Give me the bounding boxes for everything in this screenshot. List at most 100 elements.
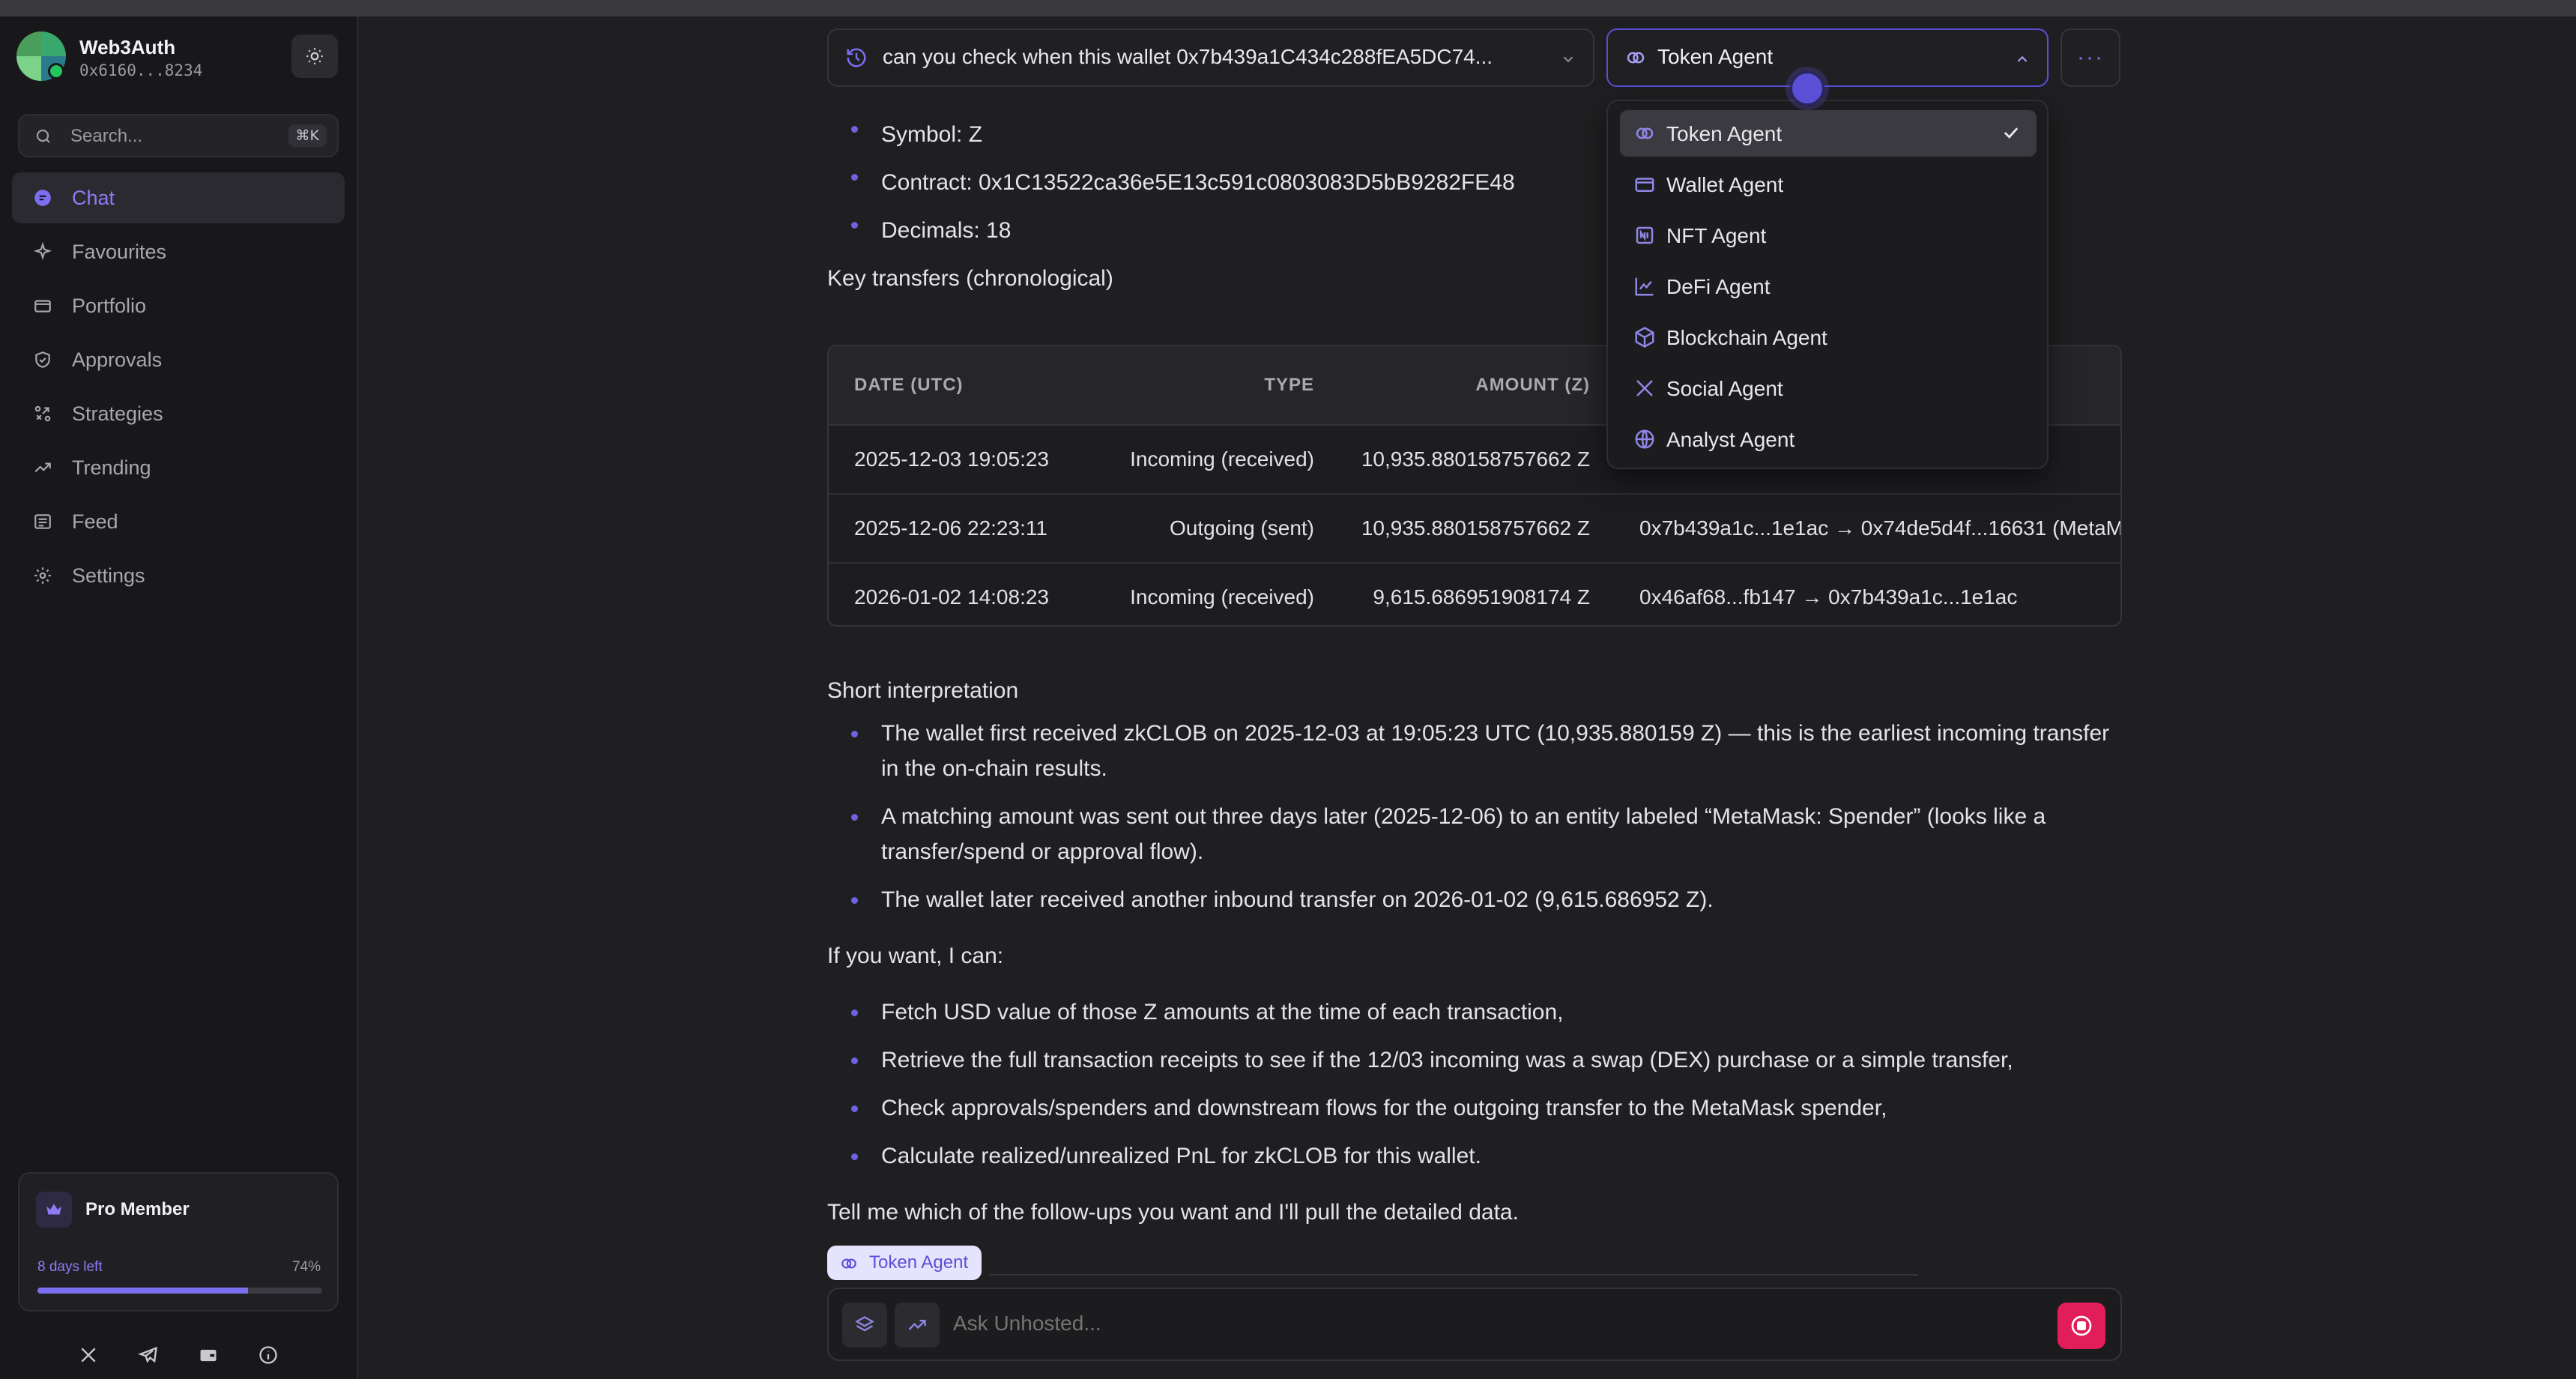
table-cell: 10,935.880158757662 Z bbox=[1361, 516, 1590, 540]
wallet-link-icon[interactable] bbox=[192, 1339, 225, 1372]
column-header: DATE (UTC) bbox=[854, 375, 964, 395]
wallet-icon bbox=[1635, 178, 1654, 192]
chip-divider bbox=[989, 1274, 1918, 1276]
sidebar-item-label: Strategies bbox=[72, 402, 163, 425]
sidebar-item-label: Feed bbox=[72, 510, 118, 533]
sidebar-item-label: Settings bbox=[72, 564, 145, 587]
dropdown-item-label: DeFi Agent bbox=[1666, 275, 1771, 298]
dropdown-item-label: Analyst Agent bbox=[1666, 428, 1795, 451]
dropdown-item-nft-agent[interactable]: NFT Agent bbox=[1620, 212, 2037, 259]
chat-composer bbox=[827, 1288, 2122, 1361]
search-icon bbox=[36, 129, 50, 143]
table-row: 2026-01-02 14:08:23 Incoming (received) … bbox=[829, 564, 2120, 625]
feed-icon bbox=[31, 510, 54, 533]
membership-card[interactable]: Pro Member 8 days left 74% bbox=[18, 1172, 339, 1312]
dropdown-item-blockchain-agent[interactable]: Blockchain Agent bbox=[1620, 314, 2037, 360]
x-logo-icon bbox=[1636, 380, 1653, 396]
chat-input[interactable] bbox=[953, 1312, 2002, 1336]
column-header: AMOUNT (Z) bbox=[1475, 375, 1590, 395]
gear-icon bbox=[31, 564, 54, 587]
followups-list: Fetch USD value of those Z amounts at th… bbox=[827, 995, 2120, 1174]
dropdown-item-wallet-agent[interactable]: Wallet Agent bbox=[1620, 161, 2037, 208]
wallet-address[interactable]: 0x6160...8234 bbox=[79, 61, 202, 79]
agent-dropdown-menu: Token Agent Wallet Agent NFT Agent DeFi … bbox=[1606, 100, 2049, 469]
membership-progress-bar bbox=[37, 1288, 322, 1294]
coins-icon bbox=[841, 1258, 856, 1269]
dropdown-item-analyst-agent[interactable]: Analyst Agent bbox=[1620, 416, 2037, 462]
sidebar-item-approvals[interactable]: Approvals bbox=[12, 334, 345, 385]
table-cell: 0x7b439a1c...1e1ac → 0x74de5d4f...16631 … bbox=[1639, 516, 2122, 540]
social-links bbox=[0, 1339, 357, 1379]
membership-title: Pro Member bbox=[85, 1199, 190, 1219]
chart-line-icon bbox=[1635, 277, 1654, 296]
sidebar-item-favourites[interactable]: Favourites bbox=[12, 226, 345, 277]
stop-icon bbox=[2071, 1315, 2092, 1336]
dropdown-item-social-agent[interactable]: Social Agent bbox=[1620, 365, 2037, 411]
dropdown-item-defi-agent[interactable]: DeFi Agent bbox=[1620, 263, 2037, 310]
window-top-strip bbox=[0, 0, 2576, 16]
sidebar-item-strategies[interactable]: Strategies bbox=[12, 388, 345, 439]
chevron-down-icon bbox=[1563, 56, 1573, 63]
dropdown-item-label: Blockchain Agent bbox=[1666, 326, 1827, 349]
conversation-title: can you check when this wallet 0x7b439a1… bbox=[883, 45, 1493, 68]
conversation-select[interactable]: can you check when this wallet 0x7b439a1… bbox=[827, 28, 1594, 87]
dropdown-item-label: NFT Agent bbox=[1666, 224, 1767, 247]
more-options-button[interactable]: ··· bbox=[2061, 28, 2120, 87]
agent-select-value: Token Agent bbox=[1657, 45, 1774, 68]
trade-button[interactable] bbox=[895, 1303, 940, 1348]
nft-icon bbox=[1636, 226, 1654, 244]
interpretation-list: The wallet first received zkCLOB on 2025… bbox=[827, 716, 2120, 917]
dropdown-item-label: Token Agent bbox=[1666, 122, 1783, 145]
trending-up-icon bbox=[31, 456, 54, 479]
search-shortcut: ⌘K bbox=[288, 124, 327, 147]
layers-icon bbox=[855, 1316, 874, 1332]
table-cell: Incoming (received) bbox=[1130, 447, 1314, 471]
dropdown-item-label: Wallet Agent bbox=[1666, 173, 1784, 196]
table-cell: 9,615.686951908174 Z bbox=[1373, 585, 1590, 609]
closing-text: Tell me which of the follow-ups you want… bbox=[827, 1200, 1519, 1225]
table-cell: 10,935.880158757662 Z bbox=[1361, 447, 1590, 471]
agent-select[interactable]: Token Agent bbox=[1606, 28, 2049, 87]
sparkle-icon bbox=[31, 241, 54, 263]
trending-up-icon bbox=[908, 1320, 926, 1330]
table-cell: 0x46af68...fb147 → 0x7b439a1c...1e1ac bbox=[1639, 585, 2018, 609]
search-placeholder: Search... bbox=[70, 126, 143, 146]
table-cell: 2026-01-02 14:08:23 bbox=[854, 585, 1049, 609]
dropdown-item-token-agent[interactable]: Token Agent bbox=[1620, 110, 2037, 157]
stop-generation-button[interactable] bbox=[2058, 1303, 2105, 1349]
layers-button[interactable] bbox=[842, 1303, 887, 1348]
crown-icon bbox=[36, 1192, 72, 1228]
info-icon[interactable] bbox=[252, 1339, 285, 1372]
sidebar-item-chat[interactable]: Chat bbox=[12, 172, 345, 223]
list-item: The wallet later received another inboun… bbox=[827, 882, 2120, 917]
globe-icon bbox=[1635, 429, 1654, 449]
x-logo-icon[interactable] bbox=[72, 1339, 105, 1372]
column-header: TYPE bbox=[1264, 375, 1314, 395]
table-cell: 2025-12-06 22:23:11 bbox=[854, 516, 1047, 540]
sun-icon bbox=[306, 48, 323, 64]
sidebar-item-portfolio[interactable]: Portfolio bbox=[12, 280, 345, 331]
sidebar-item-trending[interactable]: Trending bbox=[12, 442, 345, 493]
sidebar-item-settings[interactable]: Settings bbox=[12, 550, 345, 601]
sidebar-item-label: Chat bbox=[72, 186, 115, 209]
followups-heading: If you want, I can: bbox=[827, 944, 1004, 968]
list-item: A matching amount was sent out three day… bbox=[827, 799, 2120, 869]
online-status-dot bbox=[48, 63, 64, 79]
telegram-icon[interactable] bbox=[132, 1339, 165, 1372]
shield-check-icon bbox=[31, 348, 54, 371]
theme-toggle-button[interactable] bbox=[291, 34, 338, 78]
sidebar-item-feed[interactable]: Feed bbox=[12, 496, 345, 547]
app-name: Web3Auth bbox=[79, 36, 176, 58]
table-cell: Outgoing (sent) bbox=[1170, 516, 1314, 540]
strategy-icon bbox=[31, 402, 54, 425]
list-item: Check approvals/spenders and downstream … bbox=[827, 1090, 2120, 1126]
avatar[interactable] bbox=[16, 31, 66, 81]
selected-agent-chip[interactable]: Token Agent bbox=[827, 1246, 982, 1280]
list-item: The wallet first received zkCLOB on 2025… bbox=[827, 716, 2120, 786]
membership-days-left: 8 days left bbox=[37, 1259, 103, 1275]
coins-icon bbox=[1636, 127, 1654, 139]
table-row: 2025-12-06 22:23:11 Outgoing (sent) 10,9… bbox=[829, 495, 2120, 564]
mouse-cursor-indicator bbox=[1790, 71, 1824, 106]
list-item: Retrieve the full transaction receipts t… bbox=[827, 1042, 2120, 1078]
sidebar-search[interactable]: Search... ⌘K bbox=[18, 114, 339, 157]
